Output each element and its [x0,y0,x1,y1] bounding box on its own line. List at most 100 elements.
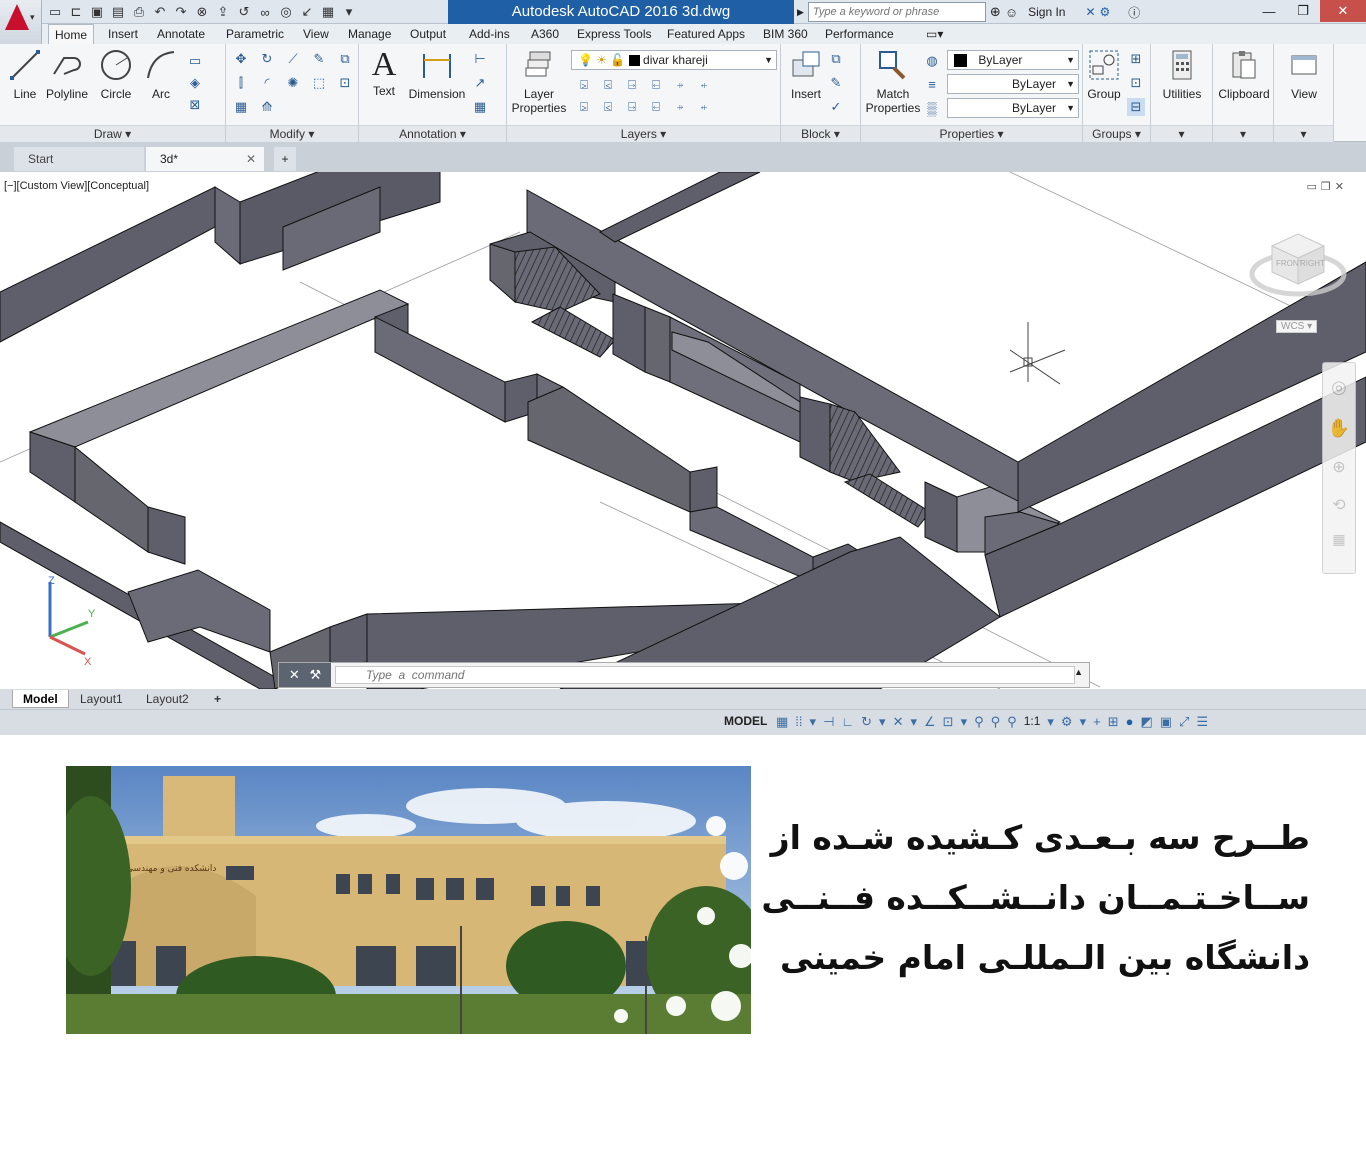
ungroup-icon[interactable]: ⊞ [1127,50,1145,68]
match-icon[interactable]: ↙ [298,3,316,21]
color-wheel-icon[interactable]: ◍ [923,52,941,70]
grid-icon[interactable]: ▦ [776,714,788,730]
undo-icon[interactable]: ↶ [151,3,169,21]
rotate-icon[interactable]: ↻ [258,50,276,68]
text-tool[interactable]: A Text [359,48,409,99]
chevron-down-icon[interactable]: ▾ [961,714,968,730]
chevron-down-icon[interactable]: ▾ [879,714,886,730]
redo-icon[interactable]: ↷ [172,3,190,21]
annotation-scale-icon[interactable]: ⚲ [1007,714,1017,730]
trim-icon[interactable]: ⟋ [284,50,302,68]
view-panel-expand[interactable]: ▾ [1274,125,1333,142]
color-dropdown[interactable]: ByLayer ▼ [947,50,1079,70]
plus-icon[interactable]: + [1093,714,1101,730]
save-as-icon[interactable]: ▤ [109,3,127,21]
fillet-icon[interactable]: ◜ [258,74,276,92]
wcs-menu[interactable]: WCS ▾ [1276,320,1318,333]
customization-menu-icon[interactable]: ☰ [1196,714,1208,730]
close-icon[interactable]: ✕ [289,667,300,682]
ribbon-options-icon[interactable]: ▭▾ [920,24,949,44]
group-edit-icon[interactable]: ⊡ [1127,74,1145,92]
customize-qat-icon[interactable]: ▾ [340,3,358,21]
layer-off-icon[interactable]: ⍄ [575,76,593,94]
utilities-panel-expand[interactable]: ▾ [1151,125,1212,142]
chevron-down-icon[interactable]: ▾ [910,714,917,730]
showmotion-icon[interactable]: ▦ [1323,531,1355,548]
tab-layout1[interactable]: Layout1 [70,690,133,708]
binoculars-icon[interactable]: ⊕ [990,4,1001,20]
insert-tool[interactable]: Insert [781,48,831,101]
close-tab-icon[interactable]: ✕ [246,147,256,171]
tab-output[interactable]: Output [404,24,452,44]
open-icon[interactable]: ⊏ [67,3,85,21]
ortho-icon[interactable]: ∟ [841,714,854,730]
attribute-icon[interactable]: ✓ [827,98,845,116]
layers-panel-title[interactable]: Layers ▾ [507,125,780,142]
wrench-icon[interactable]: ⚒ [309,667,321,682]
layer-on-icon[interactable]: ⍄ [575,98,593,116]
layer-change-icon[interactable]: ⍆ [671,98,689,116]
print-icon[interactable]: ⎙ [130,3,148,21]
tab-performance[interactable]: Performance [819,24,900,44]
transparency-icon[interactable]: ▒ [923,100,941,118]
user-icon[interactable]: ☺ [1005,5,1018,20]
close-icon[interactable]: ✕ [1335,181,1348,193]
erase-icon[interactable]: ✎ [310,50,328,68]
tab-featured-apps[interactable]: Featured Apps [661,24,751,44]
block-panel-title[interactable]: Block ▾ [781,125,860,142]
dynamic-input-icon[interactable]: ⊣ [823,714,834,730]
copy-icon[interactable]: ⧉ [336,50,354,68]
rectangle-icon[interactable]: ▭ [186,52,204,70]
tab-view[interactable]: View [297,24,335,44]
tab-insert[interactable]: Insert [102,24,144,44]
restore-icon[interactable]: ❐ [1321,181,1335,193]
draw-panel-title[interactable]: Draw ▾ [0,125,225,142]
steering-wheel-icon[interactable]: ◎ [1323,377,1355,398]
clipboard-panel-expand[interactable]: ▾ [1213,125,1273,142]
explode-icon[interactable]: ✺ [284,74,302,92]
help-icon[interactable]: ⓘ [1128,4,1140,21]
tab-a360[interactable]: A360 [525,24,565,44]
model-space-toggle[interactable]: MODEL [724,714,767,728]
chevron-down-icon[interactable]: ▾ [1047,714,1054,730]
tab-home[interactable]: Home [48,24,95,44]
share-icon[interactable]: ⇪ [214,3,232,21]
fullscreen-icon[interactable]: ⤢ [1179,714,1189,730]
dimension-tool[interactable]: Dimension [407,48,467,101]
view-tool[interactable]: View [1279,48,1329,101]
clipboard-tool[interactable]: Clipboard [1218,48,1270,101]
save-icon[interactable]: ▣ [88,3,106,21]
tab-3d-drawing[interactable]: 3d* ✕ [146,147,264,171]
linetype-dropdown[interactable]: ByLayer ▼ [947,74,1079,94]
layer-isolate-icon[interactable]: ⍃ [599,76,617,94]
maximize-icon[interactable]: ❐ [1286,0,1320,22]
snap-icon[interactable]: ⁞⁞ [795,714,802,730]
layer-freeze-icon[interactable]: ⍈ [623,76,641,94]
minimize-icon[interactable]: — [1252,0,1286,22]
table-icon[interactable]: ▦ [471,98,489,116]
pan-icon[interactable]: ✋ [1323,418,1355,439]
layer-icon[interactable]: ▦ [319,3,337,21]
layer-walk-icon[interactable]: ⍅ [695,98,713,116]
array-icon[interactable]: ▦ [232,98,250,116]
modify-panel-title[interactable]: Modify ▾ [226,125,358,142]
circle-tool[interactable]: Circle [91,48,141,101]
leader-icon[interactable]: ⊢ [471,50,489,68]
sign-in-link[interactable]: Sign In [1028,5,1065,19]
tab-parametric[interactable]: Parametric [220,24,290,44]
tab-add-ins[interactable]: Add-ins [463,24,516,44]
match-properties-tool[interactable]: Match Properties [865,48,921,115]
annotation-scale-value[interactable]: 1:1 [1024,714,1041,730]
isolate-objects-icon[interactable]: ● [1126,714,1134,730]
auto-scale-icon[interactable]: ⚲ [991,714,1001,730]
group-selection-icon[interactable]: ⊟ [1127,98,1145,116]
layer-dropdown[interactable]: 💡 ☀ 🔓 divar khareji ▼ [571,50,777,70]
group-tool[interactable]: Group [1079,48,1129,101]
groups-panel-title[interactable]: Groups ▾ [1083,125,1150,142]
object-snap-icon[interactable]: ⊡ [943,714,954,730]
layer-properties-tool[interactable]: Layer Properties [511,48,567,115]
hatch-icon[interactable]: ◈ [186,74,204,92]
move-icon[interactable]: ✥ [232,50,250,68]
zoom-icon[interactable]: ⊕ [1323,457,1355,477]
create-block-icon[interactable]: ⧉ [827,50,845,68]
